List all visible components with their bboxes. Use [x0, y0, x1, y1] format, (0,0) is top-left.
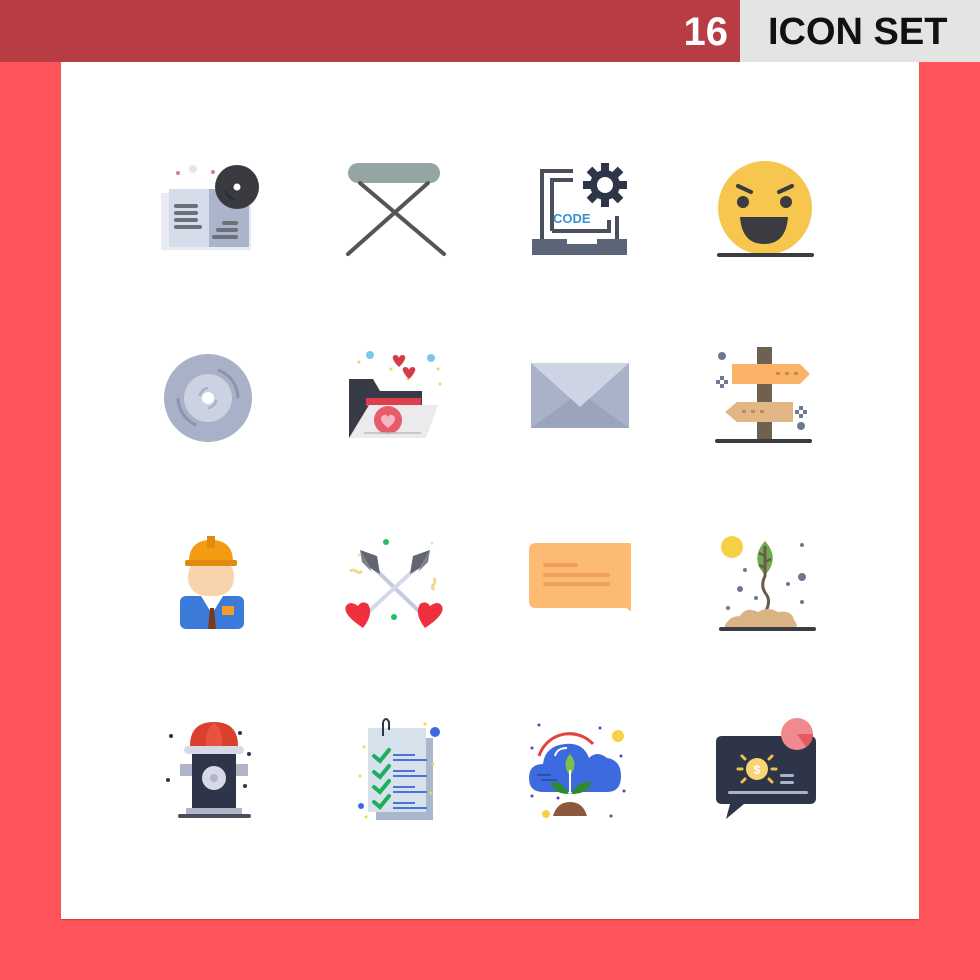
smirking-emoji-icon: [706, 156, 816, 266]
crossed-love-arrows-icon: [336, 528, 446, 638]
header-bar: 16: [0, 0, 740, 62]
envelope-icon: [521, 342, 631, 452]
laptop-code-gear-icon: CODE: [521, 156, 631, 266]
header-label-box: ICON SET: [740, 0, 980, 62]
folding-stool-icon: [336, 156, 446, 266]
svg-text:$: $: [754, 763, 761, 777]
fire-hydrant-icon: [156, 714, 266, 824]
svg-text:CODE: CODE: [553, 211, 591, 226]
disc-icon: [156, 342, 266, 452]
checklist-document-icon: [336, 714, 446, 824]
chat-bubble-icon: [521, 528, 631, 638]
book-cd-icon: [156, 156, 266, 266]
icon-count: 16: [683, 10, 729, 54]
money-chat-pie-icon: $: [706, 714, 816, 824]
icon-panel: CODE $: [61, 62, 919, 919]
plant-growth-icon: [706, 528, 816, 638]
header-title: ICON SET: [768, 11, 948, 53]
engineer-worker-icon: [156, 528, 266, 638]
signpost-icon: [706, 342, 816, 452]
love-folder-icon: [336, 342, 446, 452]
cloud-plant-icon: [521, 714, 631, 824]
